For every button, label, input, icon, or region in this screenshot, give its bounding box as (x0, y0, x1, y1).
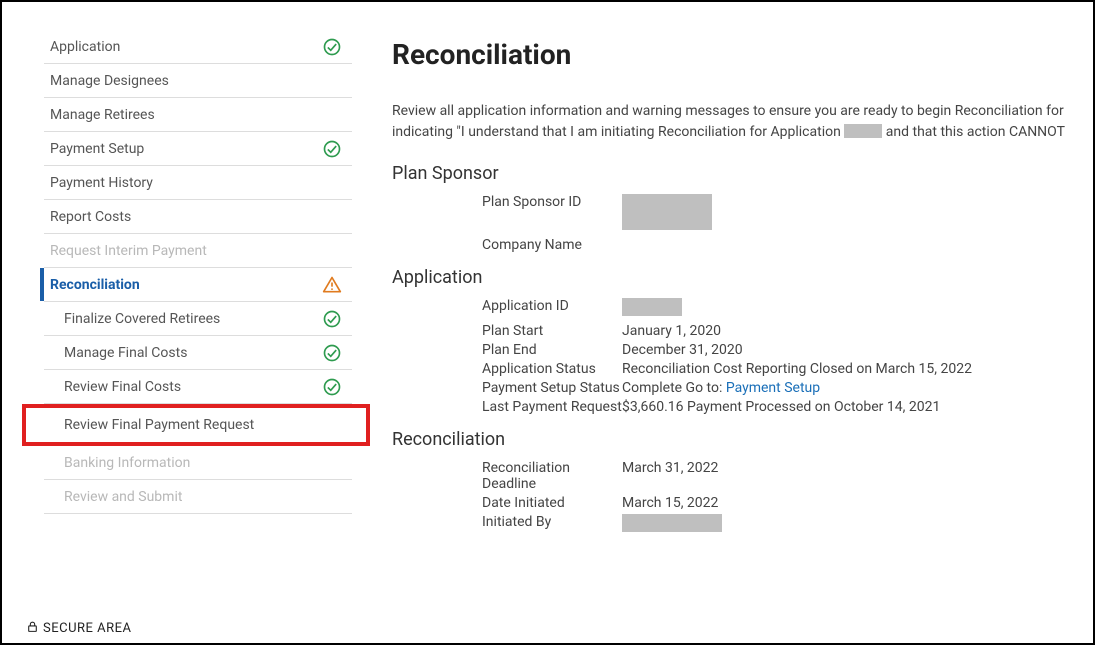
sidebar-item-label: Payment Setup (50, 141, 322, 157)
sidebar-item-label: Application (50, 39, 322, 55)
intro-part2: indicating "I understand that I am initi… (392, 124, 844, 140)
sidebar-item-review-and-submit: Review and Submit (44, 480, 352, 514)
sidebar-item-manage-designees[interactable]: Manage Designees (44, 64, 352, 98)
plan-start-label: Plan Start (392, 323, 622, 339)
date-initiated-label: Date Initiated (392, 495, 622, 511)
sidebar-item-label: Reconciliation (50, 277, 322, 293)
check-circle-icon (322, 309, 342, 329)
sidebar-item-report-costs[interactable]: Report Costs (44, 200, 352, 234)
reconciliation-deadline-label: Reconciliation Deadline (392, 460, 622, 492)
sidebar-item-label: Review Final Payment Request (64, 417, 342, 433)
plan-end-value: December 31, 2020 (622, 342, 1093, 358)
check-circle-icon (322, 37, 342, 57)
payment-setup-status-value: Complete Go to: Payment Setup (622, 380, 1093, 396)
sidebar-item-banking-information: Banking Information (44, 446, 352, 480)
company-name-label: Company Name (392, 237, 622, 253)
payment-setup-status-label: Payment Setup Status (392, 380, 622, 396)
plan-end-label: Plan End (392, 342, 622, 358)
highlight-review-final-payment-request: Review Final Payment Request (22, 404, 370, 446)
sidebar-item-label: Banking Information (64, 455, 342, 471)
sidebar-item-review-final-payment-request[interactable]: Review Final Payment Request (44, 408, 352, 442)
sidebar-item-label: Payment History (50, 175, 342, 191)
application-id-label: Application ID (392, 298, 622, 320)
check-circle-icon (322, 139, 342, 159)
page-title: Reconciliation (392, 38, 1093, 71)
section-reconciliation: Reconciliation (392, 429, 1093, 450)
check-circle-icon (322, 343, 342, 363)
redacted-block (622, 514, 722, 532)
redacted-block (622, 298, 682, 316)
initiated-by-label: Initiated By (392, 514, 622, 532)
redacted-block (622, 194, 712, 230)
sidebar-item-label: Manage Final Costs (64, 345, 322, 361)
sidebar-item-label: Finalize Covered Retirees (64, 311, 322, 327)
payment-setup-status-prefix: Complete Go to: (622, 380, 726, 396)
date-initiated-value: March 15, 2022 (622, 495, 1093, 511)
initiated-by-value (622, 514, 1093, 532)
sidebar-item-label: Manage Designees (50, 73, 342, 89)
sidebar-item-label: Request Interim Payment (50, 243, 342, 259)
application-status-label: Application Status (392, 361, 622, 377)
last-payment-request-value: $3,660.16 Payment Processed on October 1… (622, 399, 1093, 415)
payment-setup-link[interactable]: Payment Setup (726, 380, 820, 396)
company-name-value (622, 237, 1093, 253)
application-status-value: Reconciliation Cost Reporting Closed on … (622, 361, 1093, 377)
section-plan-sponsor: Plan Sponsor (392, 163, 1093, 184)
secure-area-footer: SECURE AREA (26, 620, 131, 637)
warning-triangle-icon (322, 275, 342, 295)
sidebar-item-label: Report Costs (50, 209, 342, 225)
plan-sponsor-id-value (622, 194, 1093, 234)
reconciliation-deadline-value: March 31, 2022 (622, 460, 1093, 492)
sidebar-item-label: Manage Retirees (50, 107, 342, 123)
sidebar-item-manage-final-costs[interactable]: Manage Final Costs (44, 336, 352, 370)
section-application: Application (392, 267, 1093, 288)
lock-icon (26, 620, 39, 637)
sidebar-item-payment-history[interactable]: Payment History (44, 166, 352, 200)
intro-part1: Review all application information and w… (392, 103, 1064, 119)
check-circle-icon (322, 377, 342, 397)
application-id-value (622, 298, 1093, 320)
sidebar-item-payment-setup[interactable]: Payment Setup (44, 132, 352, 166)
sidebar-item-application[interactable]: Application (44, 30, 352, 64)
sidebar-item-label: Review and Submit (64, 489, 342, 505)
sidebar-item-manage-retirees[interactable]: Manage Retirees (44, 98, 352, 132)
plan-sponsor-id-label: Plan Sponsor ID (392, 194, 622, 234)
sidebar-item-request-interim-payment: Request Interim Payment (44, 234, 352, 268)
sidebar-item-review-final-costs[interactable]: Review Final Costs (44, 370, 352, 404)
redacted-inline (844, 124, 882, 138)
last-payment-request-label: Last Payment Request (392, 399, 622, 415)
sidebar-nav: Application Manage Designees Manage Reti… (2, 2, 372, 643)
sidebar-item-reconciliation[interactable]: Reconciliation (44, 268, 352, 302)
plan-start-value: January 1, 2020 (622, 323, 1093, 339)
secure-area-text: SECURE AREA (43, 621, 131, 636)
sidebar-item-finalize-covered-retirees[interactable]: Finalize Covered Retirees (44, 302, 352, 336)
intro-part3: and that this action CANNOT (882, 124, 1065, 140)
main-content: Reconciliation Review all application in… (372, 2, 1093, 643)
intro-text: Review all application information and w… (392, 101, 1093, 143)
sidebar-item-label: Review Final Costs (64, 379, 322, 395)
